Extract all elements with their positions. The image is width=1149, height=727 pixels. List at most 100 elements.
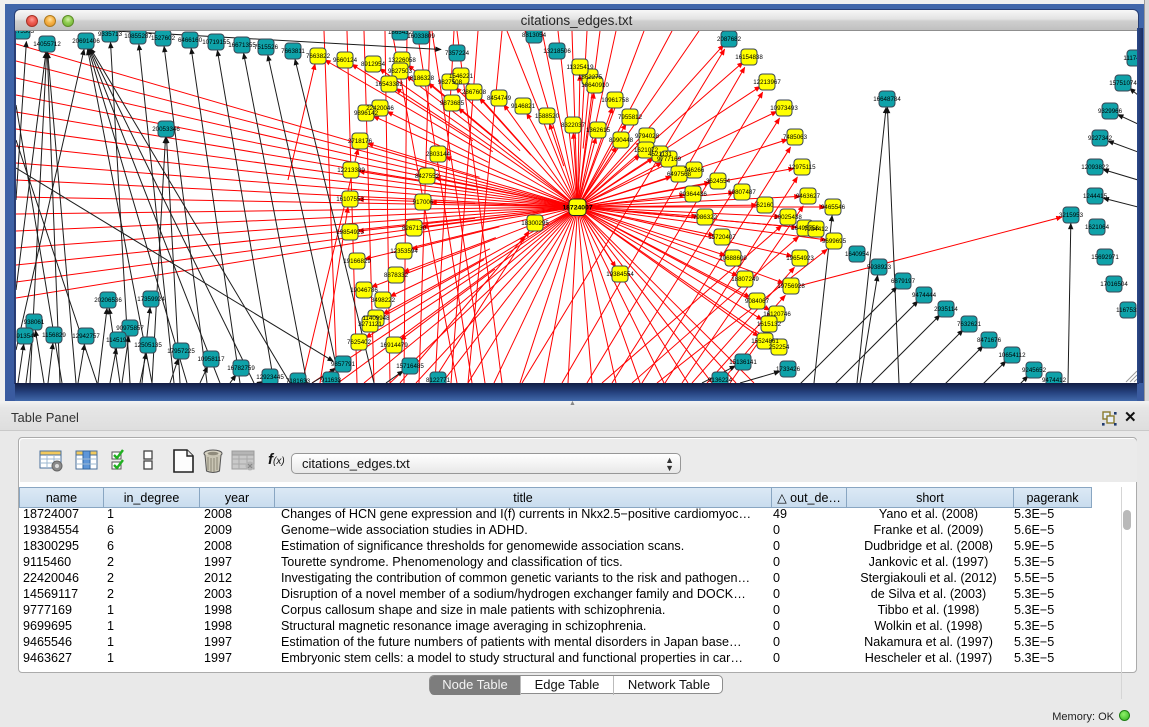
svg-text:8454749: 8454749 <box>487 95 512 102</box>
svg-text:9463627: 9463627 <box>796 193 821 200</box>
svg-text:7663822: 7663822 <box>306 53 331 60</box>
svg-text:19046786: 19046786 <box>350 287 378 294</box>
svg-text:20206536: 20206536 <box>94 297 122 304</box>
svg-text:10855287: 10855287 <box>124 33 152 40</box>
svg-text:8427552: 8427552 <box>415 173 440 180</box>
svg-text:9474412: 9474412 <box>1042 377 1067 383</box>
svg-text:18807249: 18807249 <box>731 276 759 283</box>
svg-text:19756928: 19756928 <box>777 283 805 290</box>
svg-text:3913544: 3913544 <box>16 333 38 340</box>
svg-text:8322037: 8322037 <box>561 122 586 129</box>
svg-text:9329966: 9329966 <box>1098 108 1123 115</box>
svg-text:1167533: 1167533 <box>1116 307 1137 314</box>
svg-text:6879197: 6879197 <box>891 278 916 285</box>
svg-text:19384554: 19384554 <box>606 271 634 278</box>
svg-text:12353594: 12353594 <box>390 248 418 255</box>
svg-text:9227342: 9227342 <box>1088 135 1113 142</box>
svg-text:18724007: 18724007 <box>562 205 592 212</box>
svg-text:10958117: 10958117 <box>197 356 225 363</box>
svg-text:10688609: 10688609 <box>719 255 747 262</box>
svg-text:12093822: 12093822 <box>1081 164 1109 171</box>
svg-text:17359924: 17359924 <box>137 296 165 303</box>
svg-text:6466160: 6466160 <box>178 37 203 44</box>
svg-text:20053346: 20053346 <box>152 126 180 133</box>
svg-text:15716485: 15716485 <box>396 363 424 370</box>
svg-text:1527602: 1527602 <box>151 35 176 42</box>
svg-text:13218506: 13218506 <box>543 48 571 55</box>
svg-text:9146821: 9146821 <box>511 103 536 110</box>
svg-text:16648784: 16648784 <box>873 96 901 103</box>
svg-text:16914479: 16914479 <box>380 342 408 349</box>
svg-text:3271121: 3271121 <box>358 321 382 328</box>
svg-text:17016504: 17016504 <box>1100 281 1128 288</box>
svg-text:8878332: 8878332 <box>384 272 409 279</box>
svg-text:5938923: 5938923 <box>867 264 892 271</box>
svg-text:11325419: 11325419 <box>566 64 594 71</box>
svg-text:20364436: 20364436 <box>679 191 707 198</box>
svg-text:9335713: 9335713 <box>98 31 123 38</box>
svg-text:9474444: 9474444 <box>912 292 937 299</box>
svg-text:3624554: 3624554 <box>706 178 731 185</box>
svg-text:12975115: 12975115 <box>788 164 816 171</box>
svg-text:1640954: 1640954 <box>845 251 870 258</box>
svg-text:2275303: 2275303 <box>16 31 35 35</box>
svg-text:7515526: 7515526 <box>254 44 279 51</box>
svg-text:1244415: 1244415 <box>1083 193 1108 200</box>
svg-text:15720407: 15720407 <box>708 234 736 241</box>
svg-text:1865432: 1865432 <box>388 31 413 36</box>
svg-text:9084067: 9084067 <box>745 298 770 305</box>
svg-text:10973493: 10973493 <box>770 105 798 112</box>
svg-text:10719155: 10719155 <box>202 39 230 46</box>
svg-text:9136224: 9136224 <box>708 377 733 383</box>
svg-text:10025438: 10025438 <box>774 214 802 221</box>
svg-text:10654112: 10654112 <box>998 352 1026 359</box>
svg-text:8912954: 8912954 <box>361 61 386 68</box>
svg-text:19654923: 19654923 <box>786 255 814 262</box>
svg-text:9465546: 9465546 <box>821 204 846 211</box>
svg-text:9857791: 9857791 <box>331 361 356 368</box>
svg-text:7984412: 7984412 <box>804 226 829 233</box>
svg-text:9777169: 9777169 <box>657 156 682 163</box>
svg-text:911633: 911633 <box>321 377 342 383</box>
svg-text:917006: 917006 <box>413 199 434 206</box>
svg-text:2087682: 2087682 <box>717 36 742 43</box>
svg-text:12213967: 12213967 <box>753 79 781 86</box>
svg-text:1588520: 1588520 <box>535 113 560 120</box>
svg-text:9827503: 9827503 <box>388 68 413 75</box>
svg-text:252254: 252254 <box>769 344 790 351</box>
svg-text:8122771: 8122771 <box>426 377 451 383</box>
svg-text:8186328: 8186328 <box>410 75 435 82</box>
svg-text:17957225: 17957225 <box>167 348 195 355</box>
svg-text:7632621: 7632621 <box>957 321 982 328</box>
svg-text:16671355: 16671355 <box>228 42 256 49</box>
svg-text:19166829: 19166829 <box>343 258 371 265</box>
svg-text:2935114: 2935114 <box>934 306 958 313</box>
svg-text:20691406: 20691406 <box>72 38 100 45</box>
svg-text:1546221: 1546221 <box>449 73 474 80</box>
svg-text:10961758: 10961758 <box>601 97 629 104</box>
svg-text:1145194: 1145194 <box>106 337 130 344</box>
svg-text:12942757: 12942757 <box>72 333 100 340</box>
svg-text:1733426: 1733426 <box>776 366 801 373</box>
svg-text:16543382: 16543382 <box>375 81 403 88</box>
svg-text:9896142: 9896142 <box>354 110 379 117</box>
svg-text:8267130: 8267130 <box>402 225 427 232</box>
svg-text:7357224: 7357224 <box>445 50 470 57</box>
svg-text:15751074: 15751074 <box>1109 80 1137 87</box>
svg-text:1621064: 1621064 <box>1085 224 1110 231</box>
svg-text:3498222: 3498222 <box>371 297 396 304</box>
svg-text:15136141: 15136141 <box>729 359 757 366</box>
svg-text:16154838: 16154838 <box>735 54 763 61</box>
svg-text:7663811: 7663811 <box>281 48 305 55</box>
svg-text:10807487: 10807487 <box>728 189 756 196</box>
svg-text:8990448: 8990448 <box>609 137 634 144</box>
svg-text:1117405: 1117405 <box>1123 55 1137 62</box>
svg-text:9699695: 9699695 <box>822 238 847 245</box>
svg-text:90975857: 90975857 <box>116 325 144 332</box>
svg-text:18300295: 18300295 <box>521 220 549 227</box>
svg-text:16782759: 16782759 <box>227 365 255 372</box>
svg-text:1362615: 1362615 <box>586 127 611 134</box>
svg-text:7625402: 7625402 <box>347 339 372 346</box>
svg-text:9873685: 9873685 <box>440 100 465 107</box>
svg-text:19854923: 19854923 <box>336 229 364 236</box>
